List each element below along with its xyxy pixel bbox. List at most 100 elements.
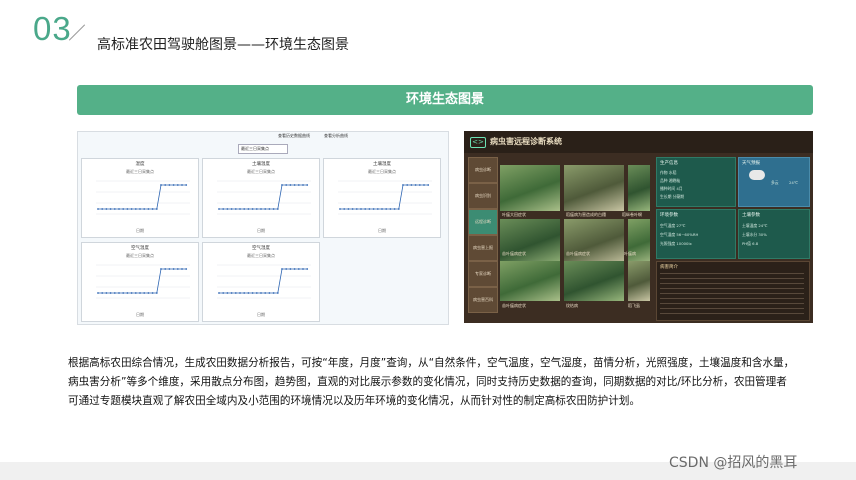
series-point <box>226 208 229 210</box>
series-point <box>302 268 304 270</box>
series-point <box>376 208 379 210</box>
tab-history-curve[interactable]: 查看历史数据曲线 <box>278 133 310 139</box>
series-point <box>172 184 175 186</box>
weather-condition: 多云 <box>771 180 779 185</box>
panel-row: 土壤温度 24℃ <box>742 223 768 228</box>
photo-caption: 苗叶瘟病症状 <box>566 251 590 256</box>
series-point <box>139 208 141 210</box>
panel-row: 播种时间 4月 <box>660 186 683 191</box>
series-point <box>172 268 175 270</box>
section-number: 03 <box>33 10 72 47</box>
series-point <box>160 268 162 270</box>
series-point <box>143 292 146 294</box>
panel-row: 生长期 分蘖期 <box>660 194 684 199</box>
photo-caption: 苗叶瘟病症状 <box>502 303 526 308</box>
section-banner: 环境生态图景 <box>77 85 813 115</box>
series-point <box>230 292 233 294</box>
series-point <box>427 184 430 186</box>
series-point <box>251 208 254 210</box>
chart-card: 空气温度 最近三日采集点 日期 <box>81 242 199 322</box>
series-point <box>260 292 262 294</box>
series-point <box>176 268 179 270</box>
description-line: 根据高标农田综合情况，生成农田数据分析报告，可按“年度，月度”查询，从“自然条件… <box>68 357 795 369</box>
series-point <box>268 292 271 294</box>
photo-caption: 稻纵卷叶螟 <box>622 212 642 217</box>
series-point <box>185 184 188 186</box>
pest-diagnosis-screenshot: <> 病虫害远程诊断系统 病虫诊断 病虫识别 远程诊断 病虫害上报 专家诊断 病… <box>464 131 813 323</box>
series-point <box>126 208 129 210</box>
series-point <box>230 208 233 210</box>
side-item[interactable]: 病虫害上报 <box>468 235 498 261</box>
series-line <box>98 268 187 294</box>
pest-photo[interactable] <box>500 261 560 301</box>
range-select[interactable]: 最近三日采集点 <box>238 144 288 154</box>
series-point <box>118 208 120 210</box>
pest-photo[interactable] <box>628 219 650 265</box>
slide-title: 高标准农田驾驶舱图景——环境生态图景 <box>97 37 349 53</box>
series-point <box>276 292 279 294</box>
slide: 03 高标准农田驾驶舱图景——环境生态图景 环境生态图景 查看历史数据曲线 查看… <box>0 0 856 462</box>
chart-title: 土壤湿度 <box>373 162 391 167</box>
description: 根据高标农田综合情况，生成农田数据分析报告，可按“年度，月度”查询，从“自然条件… <box>68 354 828 411</box>
series-point <box>147 208 150 210</box>
pest-photo[interactable] <box>500 165 560 211</box>
side-item[interactable]: 远程诊断 <box>468 209 498 235</box>
side-item[interactable]: 病虫识别 <box>468 183 498 209</box>
series-point <box>347 208 350 210</box>
series-line <box>219 184 308 210</box>
pest-photo[interactable] <box>564 219 624 265</box>
series-point <box>360 208 362 210</box>
series-point <box>402 184 404 186</box>
series-point <box>113 292 116 294</box>
series-point <box>268 208 271 210</box>
panel-row: 品种 湘晚籼 <box>660 178 681 183</box>
description-line: 病虫害分析”等多个维度，采用散点分布图，趋势图，直观的对比展示参数的变化情况，同… <box>68 376 787 388</box>
pest-photo[interactable] <box>564 165 624 211</box>
series-point <box>297 268 300 270</box>
photo-caption: 叶瘟病 <box>624 251 636 256</box>
description-line: 可通过专题模块直观了解农田全域内及小范围的环境情况以及历年环境的变化情况，从而针… <box>68 395 641 407</box>
crop-info-panel: 生产信息 作物 水稻 品种 湘晚籼 播种时间 4月 生长期 分蘖期 <box>656 157 736 207</box>
side-item[interactable]: 专家诊断 <box>468 261 498 287</box>
series-point <box>264 292 267 294</box>
series-point <box>239 292 241 294</box>
series-point <box>239 208 241 210</box>
series-point <box>393 208 396 210</box>
panel-row: 光照强度 10000lx <box>660 241 692 246</box>
photo-caption: 纹枯病 <box>566 303 578 308</box>
series-line <box>340 184 429 210</box>
weather-temp: 24℃ <box>789 180 799 185</box>
chart-card: 土壤温度 最近三日采集点 日期 <box>202 158 320 238</box>
pest-photo[interactable] <box>628 261 650 301</box>
chart-xlabel: 日期 <box>136 312 144 317</box>
series-point <box>109 208 112 210</box>
series-point <box>97 292 99 294</box>
series-point <box>372 208 375 210</box>
chart-title: 湿度 <box>135 162 145 167</box>
pest-photo[interactable] <box>564 261 624 301</box>
chart-card: 空气湿度 最近三日采集点 日期 <box>202 242 320 322</box>
series-point <box>302 184 304 186</box>
series-point <box>414 184 417 186</box>
series-point <box>234 292 237 294</box>
series-point <box>381 208 383 210</box>
series-point <box>406 184 409 186</box>
series-point <box>222 208 225 210</box>
step-line-chart <box>217 180 311 215</box>
chart-card: 土壤湿度 最近三日采集点 日期 <box>323 158 441 238</box>
series-point <box>185 268 188 270</box>
intro-text-block <box>660 273 804 315</box>
pest-photo[interactable] <box>500 219 560 265</box>
chart-xlabel: 日期 <box>136 228 144 233</box>
pest-photo[interactable] <box>628 165 650 211</box>
series-point <box>134 208 137 210</box>
series-point <box>181 184 183 186</box>
tab-analysis-curve[interactable]: 查看分析曲线 <box>324 133 348 139</box>
series-point <box>130 208 133 210</box>
series-point <box>164 184 167 186</box>
side-item[interactable]: 病虫害百科 <box>468 287 498 313</box>
series-point <box>418 184 421 186</box>
side-item[interactable]: 病虫诊断 <box>468 157 498 183</box>
series-point <box>385 208 388 210</box>
series-point <box>293 268 296 270</box>
